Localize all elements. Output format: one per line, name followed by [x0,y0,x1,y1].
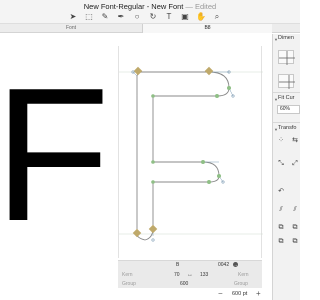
unicode-arrow-icon[interactable]: → [233,262,238,267]
tool-bar: ➤ ⬚ ✎ ✒ ○ ↻ T ▣ ✋ ⌕ [68,11,222,23]
tab-font[interactable]: Font [0,24,142,33]
window-title-text: New Font-Regular - New Font [83,2,184,11]
node [217,174,221,178]
group-left-label: Group [122,281,136,287]
section-divider [273,92,300,93]
dimensions-preview-box [278,50,295,65]
origin-grid-icon[interactable]: ⁘ [277,137,285,145]
rotate-left-icon[interactable]: ↶ [277,188,285,196]
stem-preview-box [278,74,295,89]
glyph-contour [136,71,230,241]
handle [151,238,155,242]
node [148,224,158,234]
window-title: New Font-Regular - New Font — Edited [0,2,300,11]
text-tool-icon[interactable]: T [164,12,174,22]
y-value[interactable]: 133 [200,272,208,278]
scale-icon[interactable]: ⤡ [277,160,285,168]
select-all-tool-icon[interactable]: ⬚ [84,12,94,22]
flip-horizontal-icon[interactable]: ⇆ [291,137,299,145]
section-divider [273,122,300,123]
zoom-tool-icon[interactable]: ⌕ [212,12,222,22]
image-tool-icon[interactable]: ▣ [180,12,190,22]
arrows-icon: ↔ [187,272,193,278]
zoom-value[interactable]: 600 pt [232,291,247,297]
zoom-bar: − 600 pt + [0,288,272,300]
glyph-edit-area[interactable] [118,46,263,258]
glyph-preview: F [0,49,111,261]
zoom-out-button[interactable]: − [218,289,223,298]
glyph-outline[interactable] [119,46,263,258]
title-bar: New Font-Regular - New Font — Edited ➤ ⬚ ✎ ✒… [0,0,300,24]
pen-tool-icon[interactable]: ✒ [116,12,126,22]
union-icon[interactable]: ⧉ [277,224,285,232]
width-value[interactable]: 600 [180,281,188,287]
draw-tool-icon[interactable]: ✎ [100,12,110,22]
intersect-icon[interactable]: ⧉ [277,238,285,246]
scale-down-icon[interactable]: ⤢ [291,160,299,168]
edited-indicator: — Edited [185,2,217,11]
rotate-tool-icon[interactable]: ↻ [148,12,158,22]
exclude-icon[interactable]: ⧉ [291,238,299,246]
node [132,228,142,238]
fit-curve-title: Fit Cur [278,95,295,101]
tab-bar: Font B8 [0,24,300,33]
fit-curve-input[interactable]: 60% [277,105,300,114]
edit-canvas[interactable]: F B 0042 → Kern 70 ↔ 133 Kern Group 600 … [0,34,272,300]
slant-reverse-icon[interactable]: ⫽ [291,206,299,214]
inspector-panel: ▼ Dimen ▼ Fit Cur 60% ▼ Transfo ⁘ ⇆ ⤡ ⤢ … [272,34,300,300]
subtract-icon[interactable]: ⧉ [291,224,299,232]
node [201,160,205,164]
tab-glyph-b[interactable]: B8 [142,24,272,33]
hand-tool-icon[interactable]: ✋ [196,12,206,22]
kern-right-label: Kern [238,272,249,278]
node [215,94,219,98]
kern-left-label: Kern [122,272,133,278]
node [151,94,155,98]
node [207,180,211,184]
slant-icon[interactable]: ⫽ [277,206,285,214]
unicode-label: 0042 [218,262,230,268]
node [227,86,231,90]
x-value[interactable]: 70 [174,272,180,278]
node [151,160,155,164]
glyph-name-label: B [176,262,180,268]
node [204,66,214,76]
zoom-in-button[interactable]: + [256,289,261,298]
transform-title: Transfo [278,125,297,131]
primitives-tool-icon[interactable]: ○ [132,12,142,22]
glyph-info-box: B 0042 → Kern 70 ↔ 133 Kern Group 600 Gr… [118,260,262,288]
group-right-label: Group [234,281,248,287]
select-tool-icon[interactable]: ➤ [68,12,78,22]
dimensions-title: Dimen [278,35,294,41]
node [151,180,155,184]
